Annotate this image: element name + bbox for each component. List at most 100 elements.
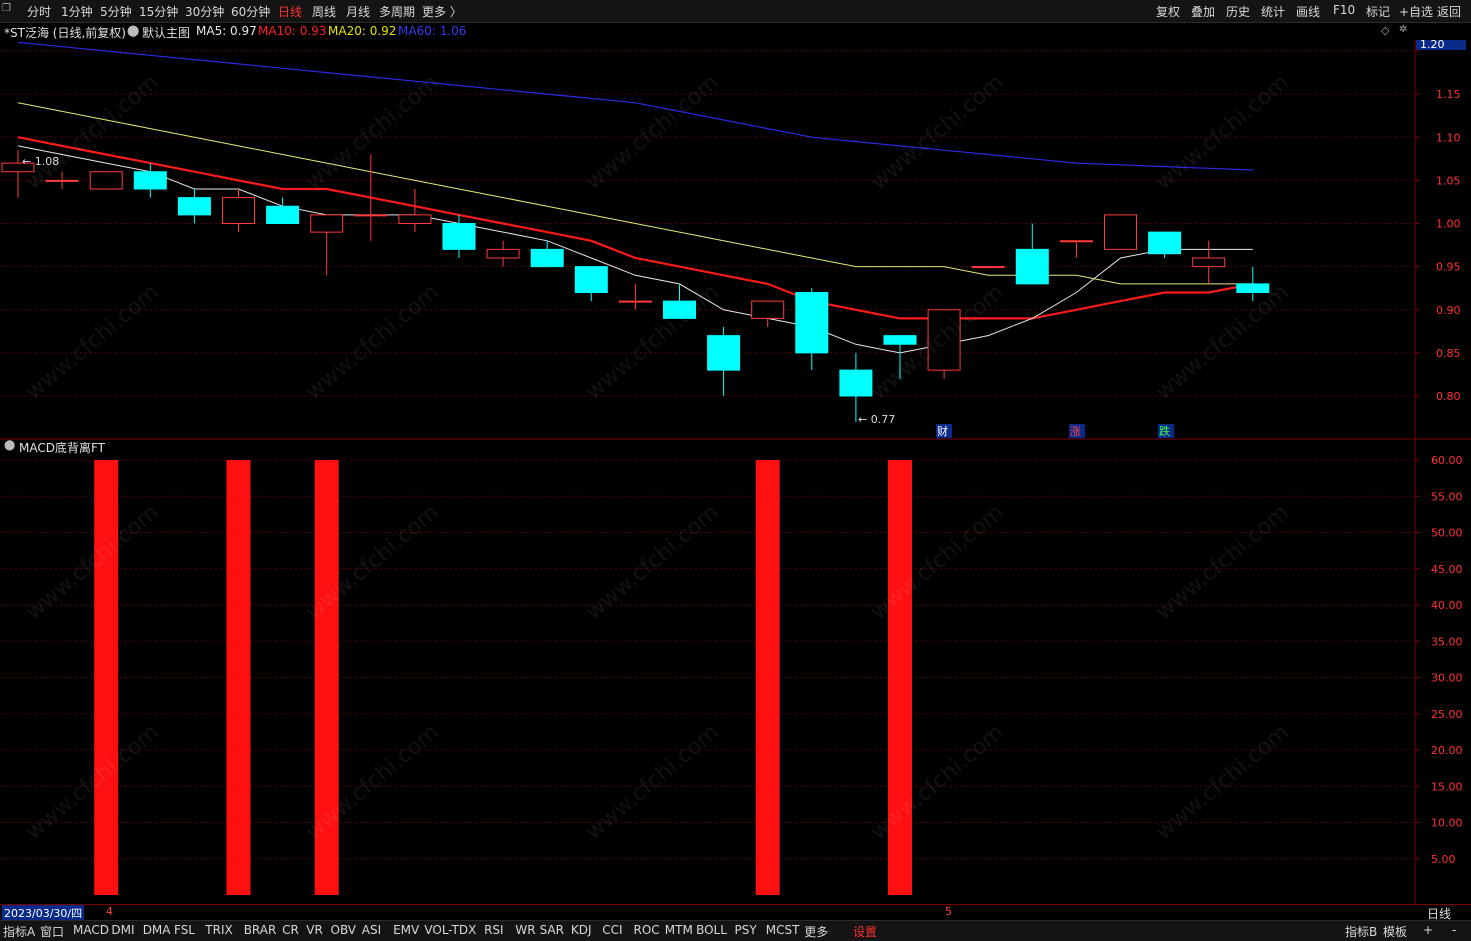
ma20-label: MA20: 0.92 (328, 24, 397, 38)
candle (707, 327, 741, 396)
price-tick-label: 1.00 (1436, 218, 1461, 231)
zoom-in-button[interactable]: + (1423, 923, 1433, 937)
indicator-tab-macd[interactable]: MACD (73, 923, 109, 937)
period-tab-more[interactable]: 更多 〉 (422, 3, 462, 20)
indicator-tab-cci[interactable]: CCI (602, 923, 622, 937)
template-tab[interactable]: 模板 (1383, 923, 1407, 940)
indicator-tab-更多[interactable]: 更多 (804, 923, 828, 940)
candle (883, 335, 917, 379)
indicator-tab-brar[interactable]: BRAR (244, 923, 277, 937)
price-tick-label: 1.15 (1436, 88, 1461, 101)
history-button[interactable]: 历史 (1226, 3, 1250, 20)
signal-bar (94, 460, 119, 895)
indicator-tab-sar[interactable]: SAR (540, 923, 564, 937)
zoom-out-button[interactable]: - (1452, 923, 1456, 937)
adjust-button[interactable]: 复权 (1156, 3, 1180, 20)
back-button[interactable]: 返回 (1437, 3, 1461, 20)
indicator-tick-label: 45.00 (1431, 563, 1463, 576)
f10-button[interactable]: F10 (1333, 3, 1355, 17)
ma60-label: MA60: 1.06 (398, 24, 467, 38)
fall-marker[interactable]: 跌 (1159, 424, 1170, 438)
indicator-tab-vol-tdx[interactable]: VOL-TDX (424, 923, 476, 937)
indicator-tab-rsi[interactable]: RSI (484, 923, 504, 937)
indicator-tab-dmi[interactable]: DMI (111, 923, 134, 937)
price-tick-label: 1.10 (1436, 131, 1461, 144)
candle (398, 189, 432, 233)
candle (486, 240, 520, 267)
indicator-tick-label: 25.00 (1431, 708, 1463, 721)
gear-icon[interactable]: ✲ (1399, 24, 1407, 35)
settings-tab[interactable]: 设置 (853, 923, 877, 940)
period-tab-daily[interactable]: 日线 (278, 3, 302, 20)
current-price-label: 1.20 (1420, 40, 1445, 51)
window-menu-icon[interactable]: ❐ (2, 3, 16, 17)
period-tab-1min[interactable]: 1分钟 (61, 3, 93, 20)
stats-button[interactable]: 统计 (1261, 3, 1285, 20)
candle (177, 189, 211, 224)
indicator-tab-psy[interactable]: PSY (735, 923, 757, 937)
period-tab-5min[interactable]: 5分钟 (100, 3, 132, 20)
signal-bar (755, 460, 780, 895)
candle (1059, 240, 1093, 258)
price-axis: 1.15 1.10 1.05 1.00 0.95 0.90 0.85 0.80 (1415, 50, 1461, 403)
indicator-tick-label: 15.00 (1431, 780, 1463, 793)
draw-line-button[interactable]: 画线 (1296, 3, 1320, 20)
indicator-chart[interactable]: 60.00 55.00 50.00 45.00 40.00 35.00 30.00 25.00… (0, 440, 1471, 904)
indicator-tab-cr[interactable]: CR (282, 923, 299, 937)
period-tab-multi[interactable]: 多周期 (379, 3, 415, 20)
indicator-tab-mcst[interactable]: MCST (766, 923, 800, 937)
indicator-tab-dma[interactable]: DMA (143, 923, 171, 937)
candle (927, 309, 961, 379)
month-label-4: 4 (106, 905, 113, 918)
candle (354, 154, 388, 241)
indicator-tab-obv[interactable]: OBV (331, 923, 357, 937)
indicator-tab-emv[interactable]: EMV (393, 923, 419, 937)
indicator-b-tab[interactable]: 指标B (1345, 923, 1377, 940)
indicator-tab-bar: 指标A 窗口 MACD DMI DMA FSL TRIX BRAR CR VR OBV ASI EM… (0, 920, 1471, 941)
indicator-tab-fsl[interactable]: FSL (174, 923, 195, 937)
indicator-tab-asi[interactable]: ASI (362, 923, 381, 937)
period-tab-30min[interactable]: 30分钟 (185, 3, 224, 20)
window-tab[interactable]: 窗口 (40, 923, 64, 940)
diamond-icon[interactable]: ◇ (1381, 24, 1389, 37)
indicator-tab-wr[interactable]: WR (515, 923, 535, 937)
overlay-button[interactable]: 叠加 (1191, 3, 1215, 20)
candle (751, 300, 785, 327)
indicator-grid (0, 459, 1415, 860)
main-price-chart[interactable]: 1.15 1.10 1.05 1.00 0.95 0.90 0.85 0.80 1.20 ← … (0, 40, 1471, 440)
candle (1148, 231, 1182, 258)
candle (574, 266, 608, 302)
candle (222, 189, 255, 233)
price-tick-label: 0.80 (1436, 390, 1461, 403)
mark-button[interactable]: 标记 (1366, 3, 1390, 20)
rise-marker[interactable]: 涨 (1070, 425, 1081, 438)
indicator-tab-trix[interactable]: TRIX (205, 923, 232, 937)
price-tick-label: 0.90 (1436, 304, 1461, 317)
indicator-tick-label: 60.00 (1431, 454, 1463, 467)
candle (45, 171, 79, 189)
cursor-date: 2023/03/30/四 (2, 905, 85, 921)
period-tab-60min[interactable]: 60分钟 (231, 3, 270, 20)
indicator-tab-roc[interactable]: ROC (634, 923, 660, 937)
low-price-label: ← 0.77 (858, 413, 895, 426)
candle (1015, 223, 1049, 285)
period-tab-15min[interactable]: 15分钟 (139, 3, 178, 20)
indicator-tick-label: 30.00 (1431, 672, 1463, 685)
indicator-tab-boll[interactable]: BOLL (696, 923, 727, 937)
indicator-tick-label: 55.00 (1431, 490, 1463, 503)
template-selector[interactable]: 默认主图 (142, 24, 190, 41)
indicator-tab-vr[interactable]: VR (306, 923, 323, 937)
indicator-tab-mtm[interactable]: MTM (665, 923, 693, 937)
period-tab-monthly[interactable]: 月线 (346, 3, 370, 20)
add-watchlist-button[interactable]: +自选 (1399, 3, 1433, 20)
period-tab-weekly[interactable]: 周线 (312, 3, 336, 20)
ma20-line (17, 102, 1253, 285)
indicator-a-tab[interactable]: 指标A (3, 923, 35, 940)
indicator-tab-kdj[interactable]: KDJ (571, 923, 592, 937)
period-tab-intraday[interactable]: 分时 (27, 3, 51, 20)
candle (89, 171, 123, 190)
signal-bar (314, 460, 339, 895)
template-icon[interactable]: ⬤ (127, 24, 139, 37)
candle (971, 266, 1005, 269)
finance-marker[interactable]: 财 (937, 424, 948, 438)
